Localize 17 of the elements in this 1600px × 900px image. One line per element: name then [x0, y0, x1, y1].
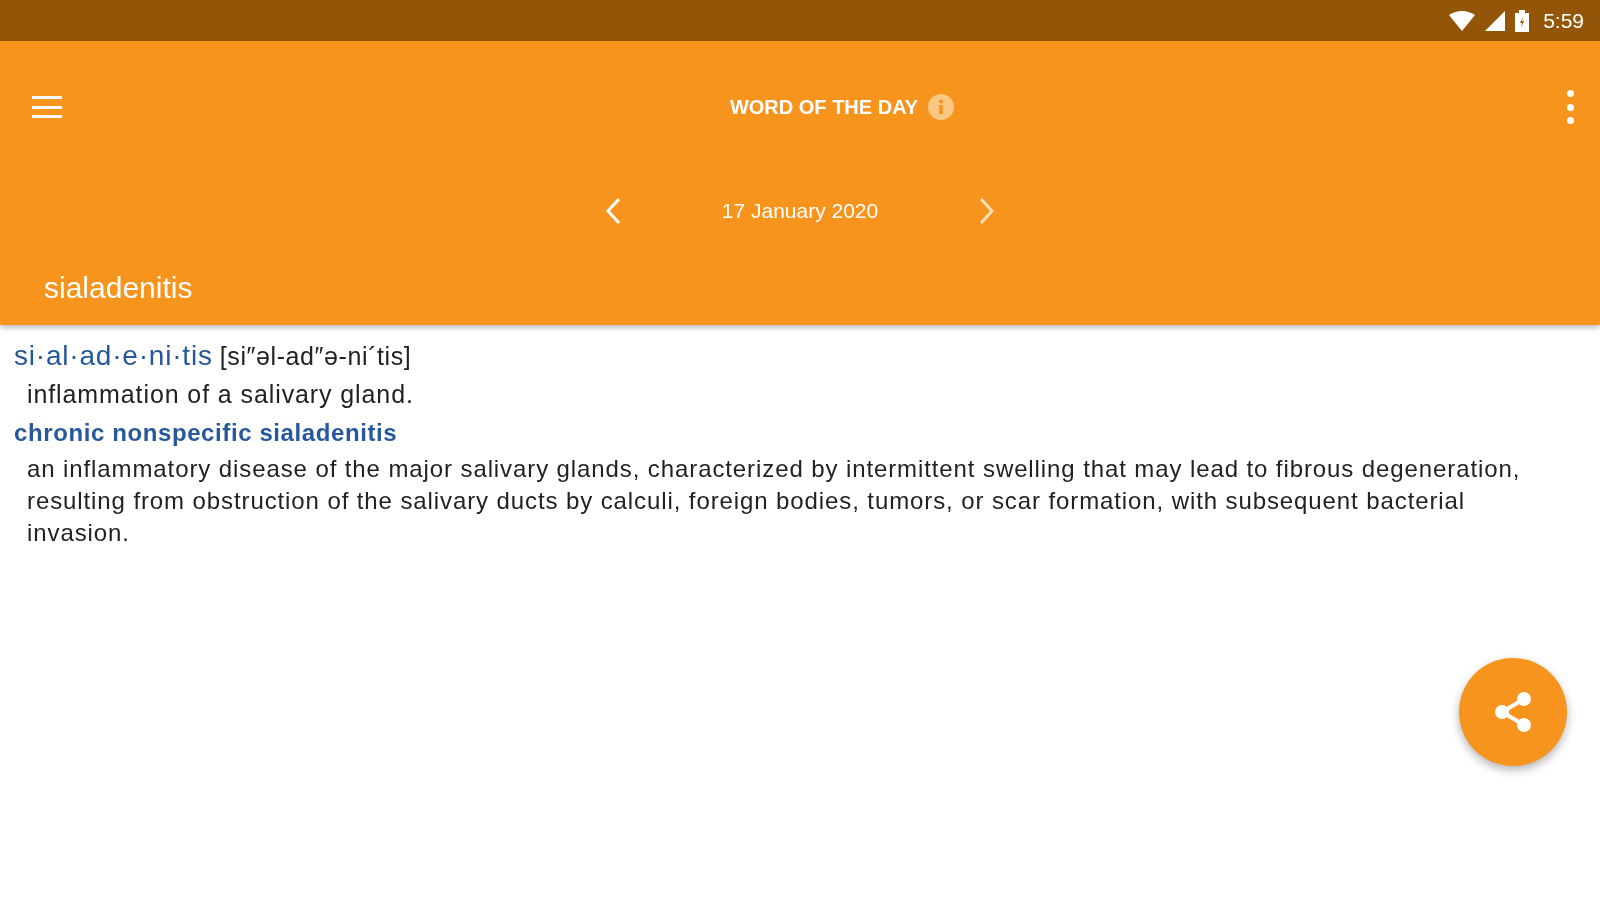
- date-label: 17 January 2020: [721, 198, 879, 225]
- wifi-icon: [1449, 10, 1476, 31]
- headword: si·al·ad·e·ni·tis: [14, 339, 213, 373]
- word-title: sialadenitis: [44, 269, 193, 306]
- page-title: WORD OF THE DAY: [729, 95, 919, 120]
- definition-text: inflammation of a salivary gland.: [26, 379, 415, 410]
- subentry-definition: an inflammatory disease of the major salivary glands, characterized by intermittent swelling that may lead to fibrous degeneration, resulting from obstruction of the salivary ducts by calculi, foreign bodies, tumors, or scar formation, with subsequent bacterial invasion.: [26, 454, 1522, 548]
- chevron-right-icon: [979, 197, 996, 225]
- subentry-term: chronic nonspecific sialadenitis: [13, 418, 399, 448]
- clock-time: 5:59: [1543, 7, 1584, 34]
- pronunciation: [si″əl-ad″ə-ni´tis]: [219, 341, 412, 372]
- chevron-left-icon: [604, 197, 621, 225]
- share-button[interactable]: [1459, 658, 1567, 766]
- info-icon[interactable]: [928, 94, 955, 120]
- signal-icon: [1485, 10, 1506, 31]
- battery-icon: [1515, 9, 1530, 32]
- share-icon: [1492, 691, 1534, 733]
